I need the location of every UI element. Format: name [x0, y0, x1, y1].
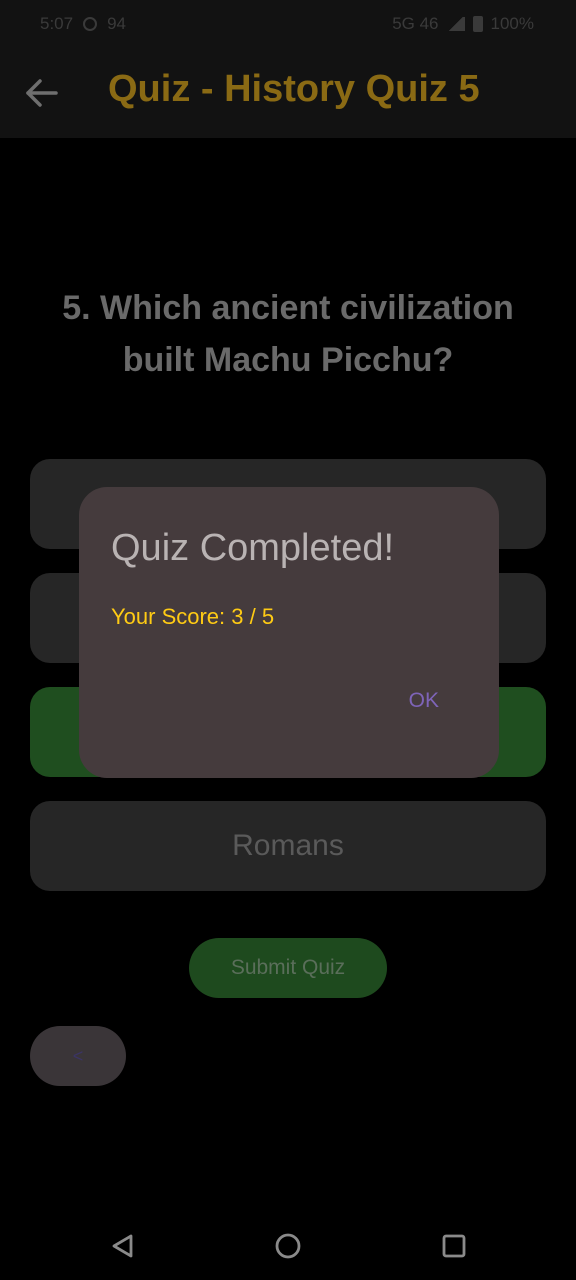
- score-text: Your Score: 3 / 5: [111, 604, 275, 629]
- page-title: Quiz - History Quiz 5: [108, 68, 480, 110]
- status-extra: 94: [107, 14, 127, 33]
- ok-button[interactable]: OK: [409, 689, 439, 713]
- screen: 5:07 94 5G 46 100% Quiz - History Quiz 5…: [0, 0, 576, 1280]
- notification-icon: [83, 17, 98, 31]
- question-text: 5. Which ancient civilization built Mach…: [62, 289, 514, 379]
- previous-label: <: [72, 1045, 84, 1066]
- status-time: 5:07: [40, 14, 74, 33]
- home-circle-icon: [275, 1233, 301, 1259]
- dialog-title: Quiz Completed!: [111, 527, 395, 569]
- submit-quiz-label: Submit Quiz: [230, 956, 346, 979]
- nav-recents-button[interactable]: [440, 1232, 468, 1260]
- nav-home-button[interactable]: [274, 1232, 302, 1260]
- answer-option-label: Romans: [232, 829, 344, 862]
- previous-question-button[interactable]: <: [30, 1026, 126, 1086]
- status-right: 5G 46 100%: [392, 14, 534, 34]
- network-text: 5G 46: [392, 14, 439, 33]
- system-nav-bar: [0, 1210, 576, 1280]
- quiz-completed-dialog: Quiz Completed! Your Score: 3 / 5 OK: [79, 487, 499, 778]
- back-triangle-icon: [112, 1234, 133, 1258]
- battery-percent: 100%: [490, 14, 534, 33]
- answer-option-4[interactable]: Romans: [30, 801, 546, 891]
- status-bar: 5:07 94 5G 46 100%: [0, 0, 576, 48]
- arrow-left-icon: [26, 79, 58, 107]
- app-bar: Quiz - History Quiz 5: [0, 48, 576, 138]
- signal-icon: [446, 17, 465, 31]
- status-left: 5:07 94: [40, 14, 126, 34]
- battery-icon: [472, 16, 483, 32]
- back-button[interactable]: [20, 72, 62, 114]
- recents-square-icon: [442, 1234, 466, 1258]
- nav-back-button[interactable]: [109, 1232, 137, 1260]
- submit-quiz-button[interactable]: Submit Quiz: [189, 938, 387, 998]
